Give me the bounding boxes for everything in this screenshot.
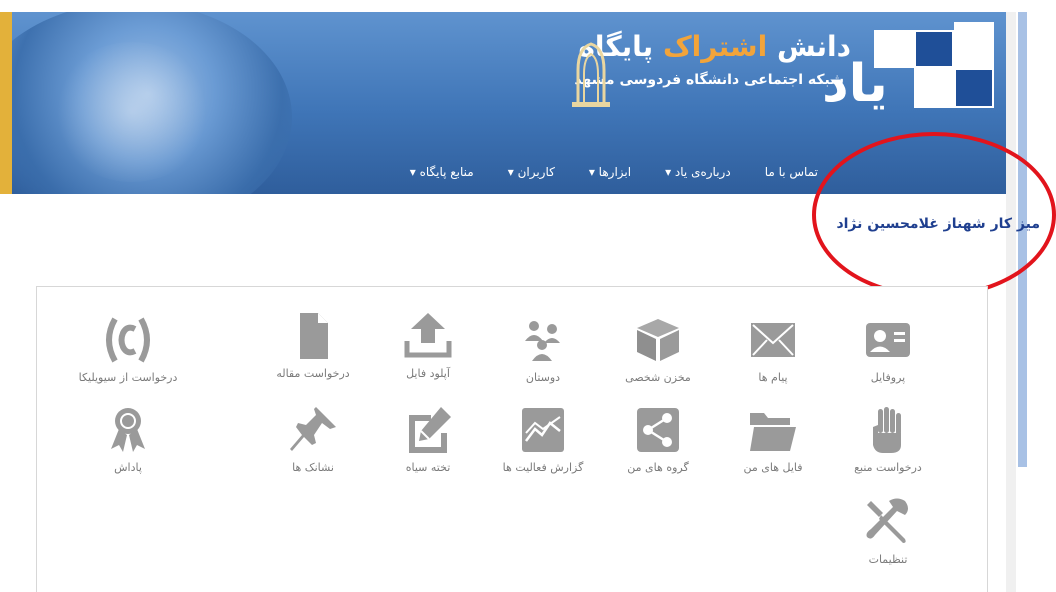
tile-activity-report[interactable]: گزارش فعالیت ها xyxy=(488,405,598,474)
page-right-gutter xyxy=(1006,12,1016,592)
tile-label: آپلود فایل xyxy=(406,367,450,380)
envelope-icon xyxy=(751,323,795,357)
nav-item-contact[interactable]: تماس با ما xyxy=(765,165,818,179)
tile-my-files[interactable]: فایل های من xyxy=(718,405,828,474)
tile-bookmarks[interactable]: نشانک ها xyxy=(258,405,368,474)
upload-icon xyxy=(404,313,452,358)
share-icon xyxy=(637,408,679,452)
tile-label: گروه های من xyxy=(627,461,689,474)
tile-request-civilica[interactable]: درخواست از سیویلیکا xyxy=(73,315,183,384)
tile-upload-file[interactable]: آپلود فایل xyxy=(373,311,483,380)
university-emblem-icon xyxy=(572,42,610,107)
tile-profile[interactable]: پروفایل xyxy=(833,315,943,384)
tile-label: تخته سیاه xyxy=(405,461,451,474)
site-title-part2: اشتراک xyxy=(662,30,768,63)
tile-reward[interactable]: پاداش xyxy=(73,405,183,474)
tile-label: تنظیمات xyxy=(868,553,908,566)
tile-request-resource[interactable]: درخواست منبع xyxy=(833,405,943,474)
document-icon xyxy=(300,313,328,359)
tile-blackboard[interactable]: تخته سیاه xyxy=(373,405,483,474)
highlight-ellipse xyxy=(812,132,1056,298)
nav-item-resources[interactable]: منابع پایگاه ▾ xyxy=(410,165,474,179)
pencil-board-icon xyxy=(409,407,451,453)
tile-label: فایل های من xyxy=(743,461,803,474)
tile-messages[interactable]: پیام ها xyxy=(718,315,828,384)
profile-card-icon xyxy=(866,323,910,357)
tile-friends[interactable]: دوستان xyxy=(488,315,598,384)
site-title: دانش اشتراک پایگاه xyxy=(578,30,851,63)
tile-my-groups[interactable]: گروه های من xyxy=(603,405,713,474)
tile-label: دوستان xyxy=(525,371,561,384)
tile-label: درخواست از سیویلیکا xyxy=(78,371,178,384)
tile-label: مخزن شخصی xyxy=(625,371,691,384)
tile-label: پاداش xyxy=(114,461,142,474)
tile-label: نشانک ها xyxy=(292,461,334,474)
main-nav: منابع پایگاه ▾ کاربران ▾ ابزارها ▾ دربار… xyxy=(410,165,818,179)
box-icon xyxy=(637,319,679,361)
header-left-accent xyxy=(0,12,12,194)
tile-label: گزارش فعالیت ها xyxy=(502,461,584,474)
tile-label: پروفایل xyxy=(870,371,906,384)
hand-icon xyxy=(873,407,901,453)
folder-icon xyxy=(750,413,796,451)
dashboard-panel: پروفایل پیام ها مخزن شخصی دوستان آپلود ف… xyxy=(36,286,988,592)
tile-label: پیام ها xyxy=(758,371,788,384)
nav-item-tools[interactable]: ابزارها ▾ xyxy=(589,165,631,179)
pin-icon xyxy=(290,407,336,451)
globe-glow xyxy=(52,42,212,182)
tile-label: درخواست منبع xyxy=(854,461,922,474)
award-icon xyxy=(111,408,145,452)
site-logo[interactable] xyxy=(874,22,998,132)
tile-label: درخواست مقاله xyxy=(276,367,350,380)
tile-request-article[interactable]: درخواست مقاله xyxy=(258,311,368,380)
tile-settings[interactable]: تنظیمات xyxy=(833,497,943,566)
friends-icon xyxy=(525,321,560,361)
nav-item-about[interactable]: درباره‌ی یاد ▾ xyxy=(665,165,731,179)
nav-item-users[interactable]: کاربران ▾ xyxy=(508,165,555,179)
activity-chart-icon xyxy=(522,408,564,452)
site-title-part3: دانش xyxy=(776,30,851,63)
tile-personal-storage[interactable]: مخزن شخصی xyxy=(603,315,713,384)
civilica-icon xyxy=(106,317,150,363)
tools-icon xyxy=(866,498,908,543)
